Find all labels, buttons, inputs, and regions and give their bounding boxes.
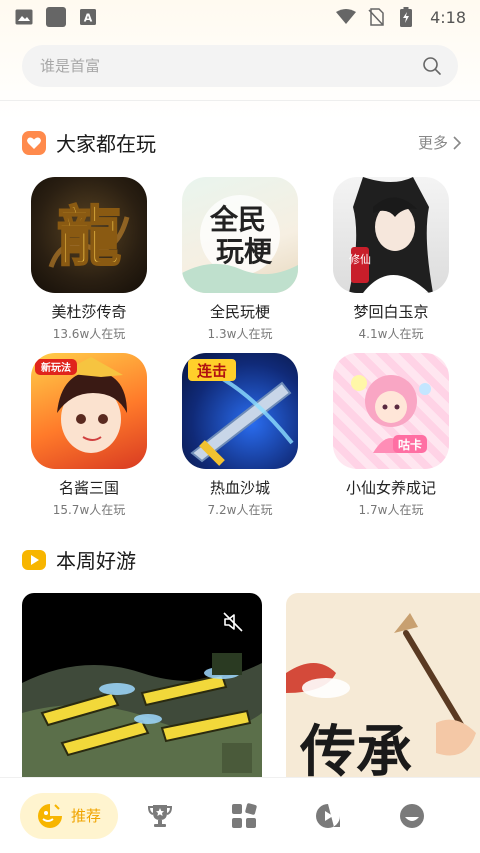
profile-face-icon (399, 803, 425, 829)
weekly-game-card[interactable]: 传承 (286, 593, 480, 793)
section-header-weekly: 本周好游 (22, 545, 462, 574)
play-circle-icon (315, 803, 341, 829)
weekly-video-card[interactable] (22, 593, 262, 793)
game-item[interactable]: 全民 玩梗 全民玩梗 1.3w人在玩 (165, 177, 315, 342)
game-players: 1.3w人在玩 (207, 327, 273, 341)
grid-icon (231, 802, 257, 829)
game-item[interactable]: 龍 美杜莎传奇 13.6w人在玩 (14, 177, 164, 342)
section-header-popular: 大家都在玩 更多 (22, 128, 462, 157)
section-title-weekly: 本周好游 (56, 549, 136, 573)
status-bar: A 4:18 (0, 0, 480, 34)
game-icon-xiaoxiannv[interactable]: 咕卡 (333, 353, 449, 469)
game-name: 名酱三国 (58, 479, 119, 497)
no-sim-icon (366, 7, 386, 27)
search-bar[interactable] (22, 45, 458, 87)
game-name: 小仙女养成记 (345, 479, 436, 497)
more-button[interactable]: 更多 (418, 132, 462, 153)
game-icon-text: 连击 (197, 362, 227, 380)
trophy-icon (147, 803, 173, 829)
heart-badge-icon (22, 130, 46, 155)
bottom-navigation: 推荐 (0, 777, 480, 853)
card-calligraphy-text: 传承 (299, 719, 412, 785)
game-players: 4.1w人在玩 (358, 327, 424, 341)
more-label: 更多 (417, 134, 448, 152)
game-icon-meidusha[interactable]: 龍 (31, 177, 147, 293)
nav-video[interactable] (286, 793, 370, 839)
svg-text:A: A (84, 12, 93, 25)
font-notification-icon: A (78, 7, 98, 27)
search-input[interactable] (40, 57, 422, 75)
game-icon-quanmin[interactable]: 全民 玩梗 (182, 177, 298, 293)
app-notification-icon (46, 7, 66, 27)
game-icon-menghui[interactable]: 修仙 (333, 177, 449, 293)
game-name: 美杜莎传奇 (51, 303, 127, 321)
game-icon-text: 龍 (57, 200, 121, 275)
header-divider (0, 100, 480, 101)
nav-recommend[interactable]: 推荐 (20, 792, 118, 839)
game-icon-text: 修仙 (349, 252, 371, 266)
nav-categories[interactable] (202, 793, 286, 839)
game-icon-text: 玩梗 (216, 235, 273, 268)
game-item[interactable]: 咕卡 小仙女养成记 1.7w人在玩 (316, 353, 466, 518)
game-players: 13.6w人在玩 (52, 327, 126, 341)
recommend-icon (37, 803, 63, 829)
game-name: 全民玩梗 (209, 303, 270, 321)
game-players: 15.7w人在玩 (52, 503, 126, 517)
game-players: 7.2w人在玩 (207, 503, 273, 517)
nav-ranking[interactable] (118, 793, 202, 839)
game-icon-rexue[interactable]: 连击 (182, 353, 298, 469)
video-badge-icon (22, 548, 46, 572)
game-item[interactable]: 修仙 梦回白玉京 4.1w人在玩 (316, 177, 466, 342)
gallery-notification-icon (14, 7, 34, 27)
section-title-popular: 大家都在玩 (56, 132, 156, 156)
game-icon-text: 新玩法 (41, 361, 71, 374)
game-icon-text: 咕卡 (398, 437, 422, 452)
wifi-icon (336, 7, 357, 27)
nav-recommend-label: 推荐 (70, 807, 101, 825)
game-item[interactable]: 连击 热血沙城 7.2w人在玩 (165, 353, 315, 518)
game-icon-mingjiang[interactable]: 新玩法 (31, 353, 147, 469)
chevron-right-icon (452, 135, 462, 150)
game-item[interactable]: 新玩法 名酱三国 15.7w人在玩 (14, 353, 164, 518)
mute-icon[interactable] (222, 611, 244, 633)
battery-charging-icon (396, 7, 416, 27)
game-players: 1.7w人在玩 (358, 503, 424, 517)
nav-profile[interactable] (370, 793, 454, 839)
game-icon-text: 全民 (209, 203, 266, 236)
search-icon[interactable] (422, 56, 442, 76)
game-name: 热血沙城 (209, 479, 270, 497)
clock-time: 4:18 (430, 7, 466, 27)
game-name: 梦回白玉京 (353, 303, 429, 321)
